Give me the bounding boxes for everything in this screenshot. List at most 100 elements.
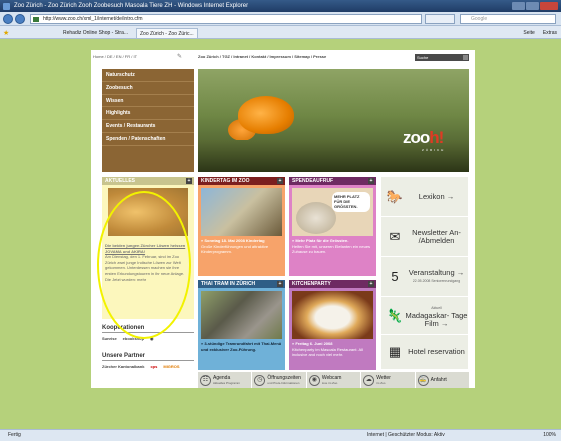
- anfahrt-link[interactable]: 🚋 Anfahrt: [415, 372, 470, 388]
- lexikon-link[interactable]: 🐎 Lexikon →: [381, 177, 468, 217]
- frog-image-main: [238, 96, 294, 134]
- spendeaufruf-box: SPENDEAUFRUF + MEHR PLATZ FÜR DIE GRÖSSTE…: [289, 177, 376, 276]
- kindertag-header: KINDERTAG IM ZOO +: [198, 177, 285, 185]
- menu-item-events[interactable]: Events / Restaurants: [102, 120, 194, 133]
- kindertag-text: » Sonntag 18. Mai 2008 Kindertag Große Ki…: [201, 238, 282, 255]
- browser-viewport: Home / DE / EN / FR / IT ✎ Zoo Zürich / …: [0, 39, 561, 429]
- menu-item-naturschutz[interactable]: Naturschutz: [102, 69, 194, 82]
- close-button[interactable]: [540, 2, 558, 10]
- food-plate-image[interactable]: [292, 291, 373, 339]
- envelope-icon: ✉: [389, 228, 401, 244]
- yellow-highlight-ellipse: [97, 191, 191, 339]
- webcam-icon: ◉: [308, 374, 320, 386]
- minimize-button[interactable]: [512, 2, 525, 10]
- site-search-input[interactable]: Suche: [415, 54, 469, 61]
- plus-icon[interactable]: +: [368, 281, 374, 287]
- clock-icon: ◷: [254, 374, 266, 386]
- webcam-link[interactable]: ◉ Webcam Live im Zoo: [306, 372, 361, 388]
- plus-icon[interactable]: +: [277, 178, 283, 184]
- security-zone[interactable]: Internet | Geschützter Modus: Aktiv: [367, 430, 445, 441]
- kitchen-text: » Freitag 6. Juni 2008 Kitchenparty im Ma…: [292, 341, 373, 358]
- search-input[interactable]: Google: [460, 14, 556, 24]
- status-text: Fertig: [8, 432, 21, 438]
- maximize-button[interactable]: [526, 2, 539, 10]
- cps-logo[interactable]: cps: [150, 364, 157, 369]
- partner-section: Unsere Partner Zürcher Kantonalbank cps MI…: [102, 353, 194, 371]
- language-links[interactable]: Home / DE / EN / FR / IT: [93, 53, 137, 61]
- status-bar: Fertig Internet | Geschützter Modus: Akt…: [0, 429, 561, 441]
- tab-bar: ★ Rehadiz Online Shop - Stra... Zoo Züri…: [0, 26, 561, 39]
- right-quicklinks: 🐎 Lexikon → ✉ Newsletter An- /Abmelden 5 Ve…: [381, 177, 468, 370]
- zkb-logo[interactable]: Zürcher Kantonalbank: [102, 364, 144, 369]
- menu-item-zoobesuch[interactable]: Zoobesuch: [102, 82, 194, 95]
- menu-item-wissen[interactable]: Wissen: [102, 95, 194, 108]
- refresh-stop-buttons[interactable]: [425, 14, 455, 24]
- window-titlebar: Zoo Zürich - Zoo Zürich Zooh Zoobesuch M…: [0, 0, 561, 12]
- tab-active[interactable]: Zoo Zürich - Zoo Züric...: [136, 28, 198, 38]
- madagaskar-link[interactable]: 🦎 Aktuell Madagaskar- Tage Film →: [381, 297, 468, 335]
- pencil-icon: ✎: [177, 54, 183, 60]
- forward-button[interactable]: [15, 14, 25, 24]
- calendar-icon: 5: [391, 269, 399, 284]
- menu-item-spenden[interactable]: Spenden / Patenschaften: [102, 133, 194, 146]
- migros-logo[interactable]: MIGROS: [163, 364, 179, 369]
- plus-icon[interactable]: +: [368, 178, 374, 184]
- tram-icon: 🚋: [417, 374, 429, 386]
- kindertag-image[interactable]: [201, 188, 282, 236]
- animal-lexicon-icon: 🐎: [386, 188, 404, 204]
- favorites-star-icon[interactable]: ★: [3, 29, 9, 37]
- ie-icon: [3, 3, 10, 10]
- agenda-icon: ☷: [200, 374, 211, 386]
- address-bar: http://www.zoo.ch/xml_1/internet/de/intr…: [0, 12, 561, 26]
- tab-favorite-link[interactable]: Rehadiz Online Shop - Stra...: [60, 28, 131, 38]
- speech-bubble: MEHR PLATZ FÜR DIE GRÖSSTEN.: [332, 192, 370, 212]
- plus-icon[interactable]: +: [186, 178, 192, 184]
- plus-icon[interactable]: +: [277, 281, 283, 287]
- hotel-reservation-link[interactable]: ▦ Hotel reservation: [381, 335, 468, 370]
- bear-illustration: [296, 202, 336, 234]
- aktuelles-header: AKTUELLES +: [102, 177, 194, 185]
- agenda-link[interactable]: ☷ Agenda Aktuelles Programm: [198, 372, 252, 388]
- hotel-icon: ▦: [388, 344, 402, 359]
- spende-text: » Mehr Platz für die Grössten. Helfen Sie…: [292, 238, 373, 255]
- sunrise-logo[interactable]: Sunrise: [102, 336, 117, 341]
- command-bar: Seite Extras: [523, 28, 557, 38]
- site-search-label: Suche: [417, 55, 429, 60]
- zoo-logo-sub: ZÜRICH: [422, 148, 446, 152]
- zoom-level[interactable]: 100%: [543, 430, 556, 441]
- kitchenparty-box: KITCHENPARTY + » Freitag 6. Juni 2008 Kitc…: [289, 280, 376, 370]
- back-button[interactable]: [3, 14, 13, 24]
- elephant-image[interactable]: [201, 291, 282, 339]
- thai-text: » 3-stündige Tramrundfahrt mit Thai-Menü…: [201, 341, 282, 352]
- top-links[interactable]: Zoo Zürich / TGZ / Intranet / Kontakt / …: [198, 53, 326, 61]
- hero-banner: zooh! ZÜRICH: [198, 69, 469, 172]
- kindertag-body: Große Kinderführungen und attraktive Kin…: [201, 243, 269, 255]
- zoo-logo[interactable]: zooh!: [403, 128, 444, 148]
- main-menu: Naturschutz Zoobesuch Wissen Highlights …: [102, 69, 194, 172]
- window-title: Zoo Zürich - Zoo Zürich Zooh Zoobesuch M…: [14, 3, 249, 9]
- veranstaltung-link[interactable]: 5 Veranstaltung → 22.05.2008 Seniorenrundg…: [381, 257, 468, 297]
- bottom-quicklinks: ☷ Agenda Aktuelles Programm ◷ Öffnungszeite…: [198, 372, 470, 388]
- spende-header: SPENDEAUFRUF +: [289, 177, 376, 185]
- partner-title: Unsere Partner: [102, 353, 194, 361]
- kindertag-box: KINDERTAG IM ZOO + » Sonntag 18. Mai 2008…: [198, 177, 285, 276]
- spende-body: Helfen Sie mit, unseren Elefanten ein ne…: [292, 243, 371, 255]
- url-text: http://www.zoo.ch/xml_1/internet/de/intr…: [43, 16, 143, 22]
- site-favicon: [33, 17, 39, 22]
- url-input[interactable]: http://www.zoo.ch/xml_1/internet/de/intr…: [30, 14, 422, 24]
- menu-item-highlights[interactable]: Highlights: [102, 107, 194, 121]
- thai-lead-link[interactable]: » 3-stündige Tramrundfahrt mit Thai-Menü…: [201, 341, 282, 352]
- search-placeholder: Google: [471, 16, 488, 22]
- utility-nav: Home / DE / EN / FR / IT ✎ Zoo Zürich / …: [91, 53, 475, 61]
- elephant-poster-image[interactable]: MEHR PLATZ FÜR DIE GRÖSSTEN.: [292, 188, 373, 236]
- search-go-icon[interactable]: [463, 55, 468, 60]
- veranstaltung-date: 22.05.2008 Seniorenrundgang: [412, 278, 461, 283]
- newsletter-link[interactable]: ✉ Newsletter An- /Abmelden: [381, 217, 468, 257]
- wetter-link[interactable]: ☁ Wetter im Zoo: [361, 372, 415, 388]
- page-menu[interactable]: Seite: [523, 28, 534, 38]
- thai-header: THAI TRAM IN ZÜRICH +: [198, 280, 285, 288]
- tools-menu[interactable]: Extras: [543, 28, 557, 38]
- oeffnungszeiten-link[interactable]: ◷ Öffnungszeiten und Preis-Informationen: [252, 372, 306, 388]
- thai-tram-box: THAI TRAM IN ZÜRICH + » 3-stündige Tramru…: [198, 280, 285, 370]
- cloud-icon: ☁: [363, 374, 375, 386]
